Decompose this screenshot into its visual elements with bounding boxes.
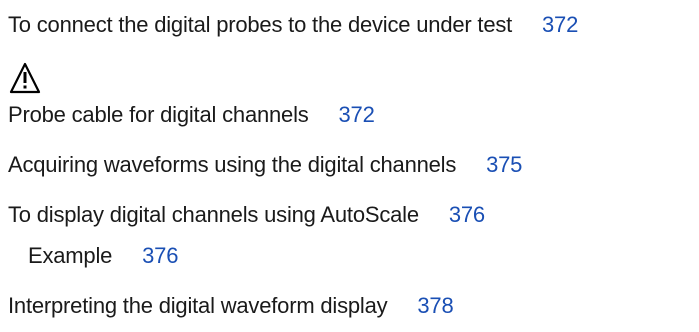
toc-entry-page-link[interactable]: 376 — [142, 243, 178, 268]
toc-entry-title: Interpreting the digital waveform displa… — [8, 293, 388, 318]
toc-entry-title: To connect the digital probes to the dev… — [8, 12, 513, 37]
toc-entry[interactable]: Acquiring waveforms using the digital ch… — [8, 152, 522, 178]
toc-entry-page-link[interactable]: 378 — [417, 293, 453, 318]
toc-entry-title: Acquiring waveforms using the digital ch… — [8, 152, 457, 177]
toc-entry-page-link[interactable]: 372 — [542, 12, 578, 37]
toc-entry-title: To display digital channels using AutoSc… — [8, 202, 419, 227]
toc-entry[interactable]: Probe cable for digital channels 372 — [8, 102, 375, 128]
toc-entry[interactable]: To connect the digital probes to the dev… — [8, 12, 578, 38]
toc-entry[interactable]: To display digital channels using AutoSc… — [8, 202, 485, 228]
toc-entry-page-link[interactable]: 375 — [486, 152, 522, 177]
toc-entry-page-link[interactable]: 372 — [339, 102, 375, 127]
warning-triangle-icon — [9, 62, 41, 94]
toc-entry-title: Probe cable for digital channels — [8, 102, 309, 127]
toc-entry-page-link[interactable]: 376 — [449, 202, 485, 227]
toc-subentry[interactable]: Example 376 — [28, 243, 178, 269]
toc-entry[interactable]: Interpreting the digital waveform displa… — [8, 293, 454, 319]
toc-entry-title: Example — [28, 243, 113, 268]
